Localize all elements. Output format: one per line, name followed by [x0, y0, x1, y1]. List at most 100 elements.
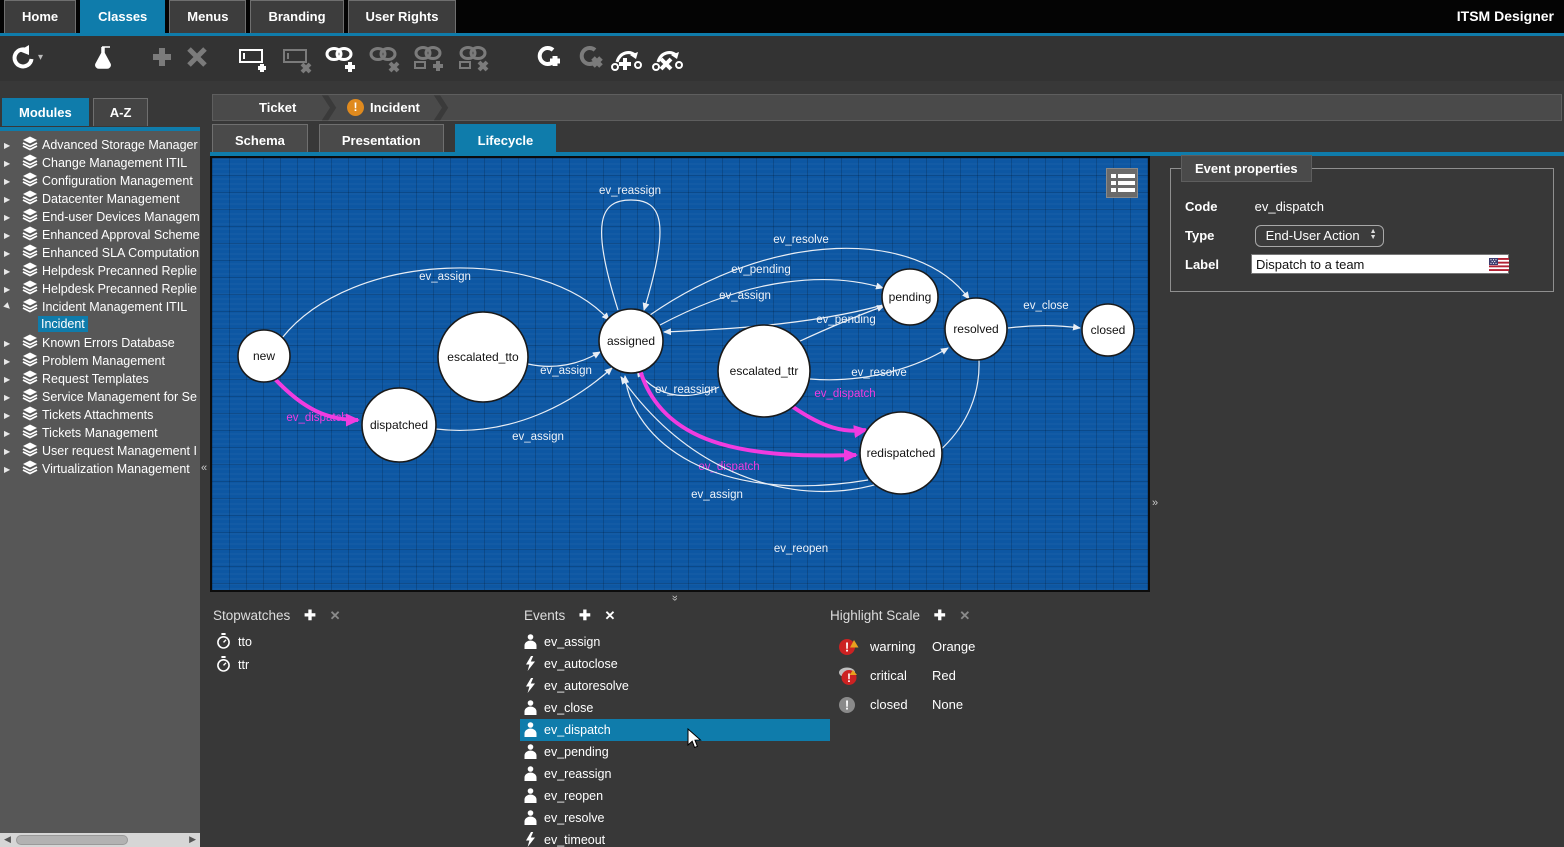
highlight-delete-icon[interactable]: ✕	[959, 608, 970, 623]
breadcrumb-incident[interactable]: Incident	[370, 100, 420, 115]
sidebar-horizontal-scrollbar[interactable]: ◀ ▶	[0, 833, 200, 847]
sidebar-collapse-handle[interactable]: «	[201, 462, 207, 474]
stopwatch-add-icon[interactable]: ✚	[304, 607, 316, 623]
module-label: Advanced Storage Manager	[42, 138, 198, 152]
test-flask-icon[interactable]	[92, 44, 126, 74]
us-flag-icon[interactable]	[1489, 258, 1509, 271]
event-delete-icon[interactable]: ✕	[605, 608, 616, 623]
transition-add-icon[interactable]	[610, 44, 644, 74]
bolt-icon	[524, 656, 537, 671]
event-label: ev_close	[544, 701, 593, 715]
sidebar-tab-modules[interactable]: Modules	[2, 98, 89, 126]
nav-tab-classes[interactable]: Classes	[80, 0, 165, 33]
module-stack-icon	[22, 279, 38, 295]
link-delete-icon[interactable]	[368, 44, 402, 74]
event-add-icon[interactable]: ✚	[579, 607, 591, 623]
transition-label: ev_reassign	[655, 384, 717, 396]
module-item[interactable]: ▶Datacenter Management	[0, 189, 200, 207]
module-stack-icon	[22, 459, 38, 475]
scrollbar-thumb[interactable]	[16, 835, 128, 845]
tree-expand-arrow-icon[interactable]: ▶	[4, 461, 14, 479]
module-stack-icon	[22, 387, 38, 403]
module-item[interactable]: ▶Advanced Storage Manager	[0, 135, 200, 153]
event-item-ev_assign[interactable]: ev_assign	[520, 631, 830, 653]
mouse-cursor	[687, 728, 703, 750]
stopwatch-item[interactable]: ttr	[216, 654, 249, 676]
highlight-add-icon[interactable]: ✚	[934, 607, 946, 623]
module-item[interactable]: ▶End-user Devices Managem	[0, 207, 200, 225]
module-stack-icon	[22, 135, 38, 151]
module-label: Problem Management	[42, 354, 165, 368]
module-item[interactable]: ▶Problem Management	[0, 351, 200, 369]
undo-dropdown-caret[interactable]: ▾	[38, 52, 43, 63]
linkset-add-icon[interactable]	[412, 44, 446, 74]
module-item[interactable]: ▶Tickets Attachments	[0, 405, 200, 423]
event-label: ev_autoclose	[544, 657, 618, 671]
selected-class-label[interactable]: Incident	[38, 316, 88, 332]
module-item[interactable]: ▶Service Management for Se	[0, 387, 200, 405]
highlight-row-critical[interactable]: !criticalRed	[832, 665, 1052, 687]
module-item[interactable]: ▶Incident Management ITIL	[0, 297, 200, 315]
breadcrumb-ticket[interactable]: Ticket	[259, 100, 296, 115]
canvas-resize-handle[interactable]: «	[669, 595, 681, 601]
state-label: assigned	[607, 334, 655, 348]
transition-ev_close-resolved-to-closed[interactable]	[1008, 326, 1080, 328]
linkset-delete-icon[interactable]	[457, 44, 491, 74]
module-item[interactable]: ▶Request Templates	[0, 369, 200, 387]
nav-tab-user-rights[interactable]: User Rights	[348, 0, 457, 33]
panel-splitter-handle[interactable]: »	[1152, 497, 1158, 509]
diagram-options-button[interactable]	[1106, 168, 1138, 198]
nav-tab-branding[interactable]: Branding	[250, 0, 343, 33]
field-delete-icon[interactable]	[282, 44, 316, 74]
module-item[interactable]: ▶Enhanced SLA Computation	[0, 243, 200, 261]
stopwatch-delete-icon[interactable]: ✕	[330, 608, 341, 623]
scroll-right-arrow-icon[interactable]: ▶	[189, 834, 196, 845]
event-item-ev_reopen[interactable]: ev_reopen	[520, 785, 830, 807]
module-item[interactable]: ▶Change Management ITIL	[0, 153, 200, 171]
person-icon	[524, 810, 537, 825]
highlight-row-warning[interactable]: !warningOrange	[832, 636, 1052, 658]
event-item-ev_resolve[interactable]: ev_resolve	[520, 807, 830, 829]
transition-delete-icon[interactable]	[651, 44, 685, 74]
app-title: ITSM Designer	[1457, 8, 1554, 24]
event-item-ev_pending[interactable]: ev_pending	[520, 741, 830, 763]
lifecycle-diagram-canvas[interactable]: ev_assignev_dispatchev_assignev_assignev…	[210, 156, 1150, 592]
module-item[interactable]: ▶Virtualization Management	[0, 459, 200, 477]
stopwatch-item[interactable]: tto	[216, 631, 252, 653]
event-item-ev_dispatch[interactable]: ev_dispatch	[520, 719, 830, 741]
event-item-ev_timeout[interactable]: ev_timeout	[520, 829, 830, 847]
bolt-icon	[524, 678, 537, 693]
select-spinner-icon[interactable]: ▲▼	[1370, 229, 1377, 241]
transition-ev_reassign-assigned-to-assigned[interactable]	[602, 200, 660, 310]
transition-label: ev_reassign	[599, 185, 661, 197]
link-add-icon[interactable]	[324, 44, 358, 74]
module-item[interactable]: ▶Helpdesk Precanned Replie	[0, 279, 200, 297]
highlight-row-closed[interactable]: !closedNone	[832, 694, 1052, 716]
undo-icon[interactable]	[8, 44, 42, 74]
type-select[interactable]: End-User Action▲▼	[1255, 225, 1384, 247]
scroll-left-arrow-icon[interactable]: ◀	[4, 834, 11, 845]
transition-ev_dispatch-escalated_ttr-to-redispatched[interactable]	[793, 407, 866, 431]
nav-tab-home[interactable]: Home	[4, 0, 76, 33]
add-icon[interactable]	[149, 44, 183, 74]
delete-icon[interactable]	[184, 44, 218, 74]
event-item-ev_reassign[interactable]: ev_reassign	[520, 763, 830, 785]
event-item-ev_autoresolve[interactable]: ev_autoresolve	[520, 675, 830, 697]
module-item[interactable]: ▶Configuration Management	[0, 171, 200, 189]
state-delete-icon[interactable]	[575, 44, 609, 74]
module-item[interactable]: ▶User request Management I	[0, 441, 200, 459]
sidebar-tab-az[interactable]: A-Z	[93, 98, 149, 126]
module-label: Request Templates	[42, 372, 149, 386]
field-add-icon[interactable]	[238, 44, 272, 74]
state-add-icon[interactable]	[533, 44, 567, 74]
event-item-ev_close[interactable]: ev_close	[520, 697, 830, 719]
module-tree: ▶Advanced Storage Manager▶Change Managem…	[0, 131, 200, 833]
module-item[interactable]: ▶Tickets Management	[0, 423, 200, 441]
event-item-ev_autoclose[interactable]: ev_autoclose	[520, 653, 830, 675]
class-item-incident[interactable]: Incident	[0, 315, 200, 333]
nav-tab-menus[interactable]: Menus	[169, 0, 246, 33]
module-item[interactable]: ▶Known Errors Database	[0, 333, 200, 351]
module-item[interactable]: ▶Helpdesk Precanned Replie	[0, 261, 200, 279]
module-item[interactable]: ▶Enhanced Approval Scheme	[0, 225, 200, 243]
label-input[interactable]	[1251, 254, 1509, 274]
